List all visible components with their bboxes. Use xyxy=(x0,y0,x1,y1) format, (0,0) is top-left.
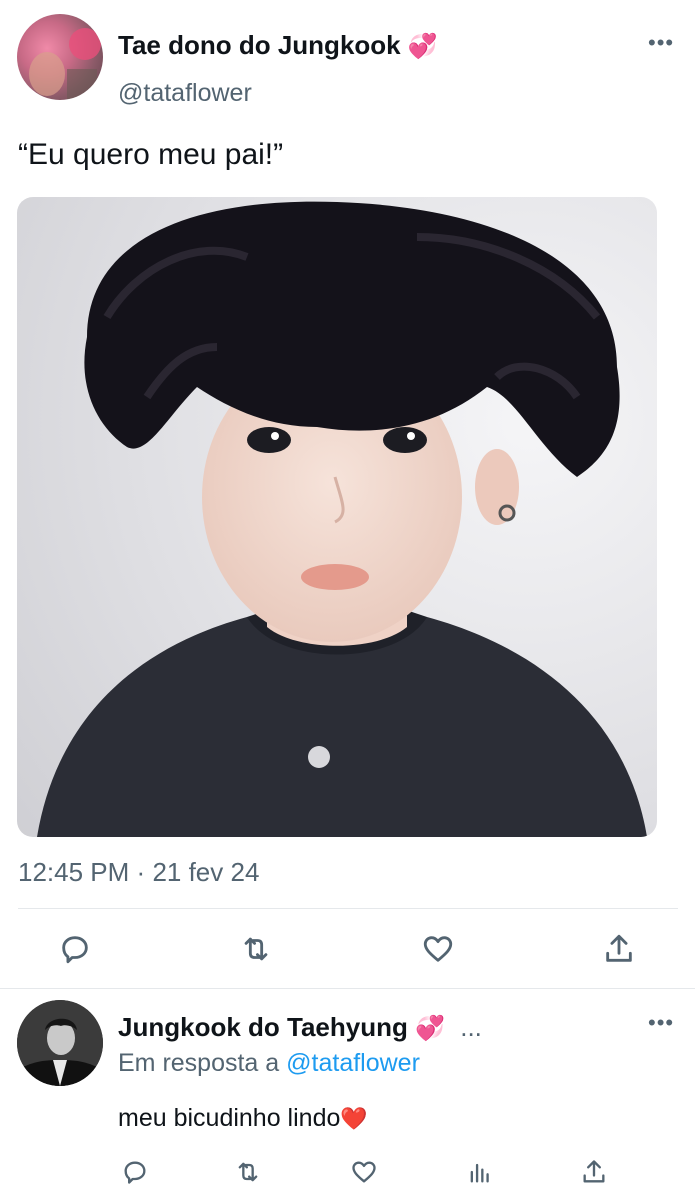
tweet-time: 12:45 PM xyxy=(18,857,130,887)
reply-author-avatar[interactable] xyxy=(17,1000,103,1086)
more-options-icon[interactable]: ••• xyxy=(648,32,674,54)
reply-author-name[interactable]: Jungkook do Taehyung 💞 ... xyxy=(118,1012,482,1043)
reply-prefix: Em resposta a xyxy=(118,1049,280,1077)
author-handle[interactable]: @tataflower xyxy=(118,79,252,108)
divider-top xyxy=(18,908,678,909)
red-heart-emoji: ❤️ xyxy=(340,1106,368,1131)
reply-more-options-icon[interactable]: ••• xyxy=(648,1012,674,1034)
like-icon[interactable] xyxy=(420,931,456,967)
tweet-date: 21 fev 24 xyxy=(152,857,260,887)
tweet-photo[interactable] xyxy=(17,197,657,837)
share-icon[interactable] xyxy=(601,931,637,967)
author-name-text: Tae dono do Jungkook xyxy=(118,30,401,60)
reply-icon[interactable] xyxy=(117,1154,153,1190)
author-avatar[interactable] xyxy=(17,14,103,100)
reply-icon[interactable] xyxy=(57,931,93,967)
reply-text-content: meu bicudinho lindo xyxy=(118,1104,341,1132)
like-icon[interactable] xyxy=(346,1154,382,1190)
name-truncation: ... xyxy=(460,1012,482,1042)
meta-separator: · xyxy=(136,857,146,887)
tweet-timestamp[interactable]: 12:45 PM · 21 fev 24 xyxy=(18,857,259,888)
tweet-text: “Eu quero meu pai!” xyxy=(18,138,284,171)
reply-context: Em resposta a @tataflower xyxy=(118,1049,420,1078)
child-portrait-image xyxy=(37,201,647,837)
divider-bottom xyxy=(0,988,695,989)
reply-text: meu bicudinho lindo❤️ xyxy=(118,1104,368,1133)
hearts-emoji: 💞 xyxy=(407,33,438,60)
author-name[interactable]: Tae dono do Jungkook 💞 xyxy=(118,30,438,61)
retweet-icon[interactable] xyxy=(238,931,274,967)
reply-to-handle-link[interactable]: @tataflower xyxy=(286,1049,420,1077)
views-icon[interactable] xyxy=(462,1154,498,1190)
retweet-icon[interactable] xyxy=(230,1154,266,1190)
share-icon[interactable] xyxy=(576,1154,612,1190)
hearts-emoji: 💞 xyxy=(415,1015,445,1042)
reply-author-name-text: Jungkook do Taehyung xyxy=(118,1012,408,1042)
